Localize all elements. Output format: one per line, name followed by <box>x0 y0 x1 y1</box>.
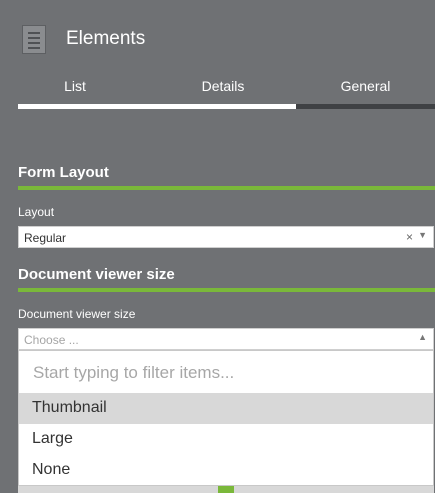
option-large[interactable]: Large <box>19 424 433 455</box>
section-divider <box>18 288 435 292</box>
option-label: Thumbnail <box>32 399 107 416</box>
tab-list[interactable]: List <box>0 78 150 94</box>
section-divider <box>18 186 435 190</box>
layout-value: Regular <box>24 231 67 245</box>
option-label: Large <box>32 430 73 447</box>
option-thumbnail[interactable]: Thumbnail <box>19 393 433 424</box>
document-viewer-size-select[interactable]: Choose ... ▲ <box>18 328 434 350</box>
clear-icon[interactable]: × <box>406 230 413 244</box>
panel-header: Elements List Details General <box>0 0 435 111</box>
document-viewer-size-placeholder: Choose ... <box>24 333 79 347</box>
option-none[interactable]: None <box>19 455 433 486</box>
layout-select[interactable]: Regular × ▼ <box>18 226 434 248</box>
layout-label: Layout <box>18 205 55 219</box>
chevron-down-icon[interactable]: ▼ <box>418 230 427 240</box>
section-title-document-viewer-size: Document viewer size <box>18 266 175 283</box>
section-title-form-layout: Form Layout <box>18 164 109 181</box>
hidden-control-accent <box>218 486 234 493</box>
hidden-control <box>18 486 218 493</box>
chevron-up-icon[interactable]: ▲ <box>418 332 427 342</box>
document-list-icon <box>22 25 46 54</box>
tab-indicator-general <box>296 104 435 109</box>
document-viewer-size-label: Document viewer size <box>18 307 136 321</box>
option-label: None <box>32 461 71 478</box>
tab-general[interactable]: General <box>296 78 435 94</box>
tab-indicator-list <box>18 104 296 109</box>
document-viewer-size-dropdown: Start typing to filter items... Thumbnai… <box>18 350 434 486</box>
properties-panel: Elements List Details General Form Layou… <box>0 0 435 493</box>
hidden-control <box>234 486 434 493</box>
filter-input[interactable]: Start typing to filter items... <box>33 363 234 383</box>
tab-details[interactable]: Details <box>150 78 296 94</box>
panel-title: Elements <box>66 28 146 49</box>
